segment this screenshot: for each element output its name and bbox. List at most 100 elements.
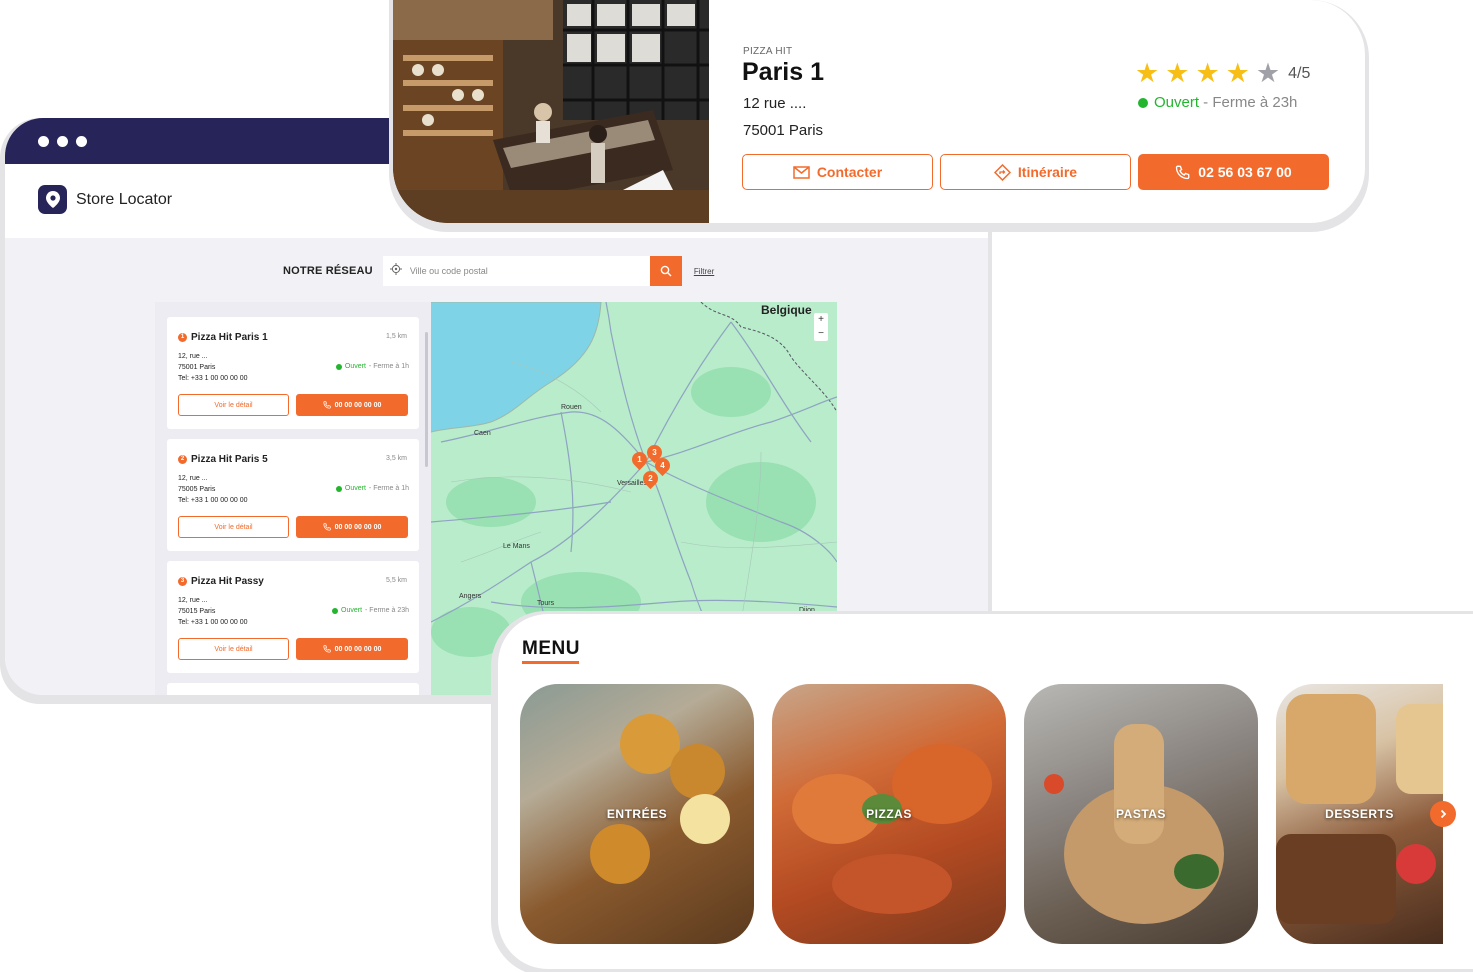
- phone-icon: [323, 401, 331, 409]
- store-title: Paris 1: [742, 58, 825, 86]
- store-street: 12, rue ...: [178, 597, 208, 604]
- category-label: ENTRÉES: [606, 807, 668, 821]
- app-title: Store Locator: [76, 190, 173, 208]
- store-card-title: 2 Pizza Hit Paris 5: [178, 454, 268, 465]
- store-name: Pizza Hit Paris 1: [191, 332, 268, 343]
- locate-me-icon[interactable]: [389, 262, 402, 280]
- star-icon: ★: [1225, 58, 1250, 88]
- store-address: 12, rue ... 75015 Paris: [178, 595, 215, 617]
- filter-link[interactable]: Filtrer: [694, 267, 714, 276]
- food-deco: [680, 794, 730, 844]
- status-open: Ouvert: [344, 485, 366, 492]
- search-input[interactable]: [409, 266, 630, 276]
- call-button[interactable]: 00 00 00 00 00: [296, 638, 408, 660]
- menu-category-pastas[interactable]: PASTAS: [1024, 684, 1258, 944]
- store-card-title: 3 Pizza Hit Passy: [178, 576, 264, 587]
- store-photo-art: [393, 0, 709, 223]
- map-marker-label: 2: [648, 474, 653, 483]
- call-button[interactable]: 00 00 00 00 00: [296, 394, 408, 416]
- store-distance: 3,5 km: [385, 455, 407, 462]
- call-button-label: 00 00 00 00 00: [334, 401, 382, 409]
- open-dot-icon: [332, 607, 339, 614]
- search-box: [382, 256, 650, 286]
- phone-button[interactable]: 02 56 03 67 00: [1138, 154, 1329, 190]
- rating: ★ ★ ★ ★ ★ 4/5: [1135, 60, 1310, 87]
- status-open: Ouvert: [1154, 94, 1200, 111]
- call-button-label: 00 00 00 00 00: [334, 523, 382, 531]
- search-button[interactable]: [649, 256, 682, 286]
- menu-title: MENU: [522, 638, 580, 659]
- carousel-next-button[interactable]: [1430, 801, 1456, 827]
- store-distance: 1,5 km: [385, 333, 407, 340]
- address-line-1: 12 rue ....: [743, 95, 807, 112]
- store-card[interactable]: 2 Pizza Hit Paris 5 3,5 km 12, rue ... 7…: [167, 439, 419, 551]
- category-label: PIZZAS: [866, 807, 912, 821]
- store-name: Pizza Hit Paris 5: [191, 454, 268, 465]
- food-deco: [1286, 694, 1376, 804]
- phone-icon: [1176, 165, 1190, 179]
- store-card[interactable]: 3 Pizza Hit Passy 5,5 km 12, rue ... 750…: [167, 561, 419, 673]
- food-deco: [1396, 704, 1443, 794]
- category-label: PASTAS: [1116, 807, 1166, 821]
- food-deco: [1114, 724, 1164, 844]
- store-marker-icon: 2: [178, 455, 187, 464]
- status-closing: - Ferme à 1h: [368, 485, 409, 492]
- store-status: Ouvert - Ferme à 1h: [335, 485, 409, 492]
- search-row: NOTRE RÉSEAU Filtrer: [283, 256, 714, 286]
- store-tel: Tel: +33 1 00 00 00 00: [178, 375, 248, 382]
- map-city-label: Caen: [474, 430, 491, 437]
- store-card[interactable]: 1 Pizza Hit Paris 1 1,5 km 12, rue ... 7…: [167, 317, 419, 429]
- store-distance: 5,5 km: [385, 577, 407, 584]
- store-marker-icon: 1: [178, 333, 187, 342]
- call-button[interactable]: 00 00 00 00 00: [296, 516, 408, 538]
- menu-category-entrees[interactable]: ENTRÉES: [520, 684, 754, 944]
- store-name: Pizza Hit Passy: [191, 576, 264, 587]
- store-city: 75001 Paris: [178, 364, 216, 371]
- directions-icon: [993, 163, 1011, 181]
- star-icon: ★: [1195, 58, 1220, 88]
- network-heading: NOTRE RÉSEAU: [283, 265, 373, 277]
- phone-icon: [323, 523, 331, 531]
- food-deco: [1044, 774, 1064, 794]
- view-detail-button[interactable]: Voir le détail: [178, 394, 289, 416]
- map-city-label: Le Mans: [503, 543, 530, 550]
- menu-card: MENU ENTRÉES PIZZAS PASTAS DESSERTS: [498, 614, 1473, 969]
- store-street: 12, rue ...: [178, 353, 208, 360]
- open-dot-icon: [335, 363, 342, 370]
- store-address: 12, rue ... 75005 Paris: [178, 473, 215, 495]
- window-dot-icon: [76, 136, 87, 147]
- open-dot-icon: [1138, 97, 1148, 108]
- location-pin-icon: [38, 185, 67, 214]
- opening-status: Ouvert - Ferme à 23h: [1138, 94, 1297, 111]
- view-detail-button[interactable]: Voir le détail: [178, 638, 289, 660]
- status-closing: - Ferme à 23h: [1199, 94, 1298, 111]
- open-dot-icon: [335, 485, 342, 492]
- map-country-label: Belgique: [761, 303, 812, 317]
- food-deco: [832, 854, 952, 914]
- status-closing: - Ferme à 23h: [365, 607, 409, 614]
- map-city-label: Rouen: [561, 404, 582, 411]
- route-button[interactable]: Itinéraire: [940, 154, 1131, 190]
- food-deco: [670, 744, 725, 799]
- map-marker[interactable]: 2: [639, 467, 662, 490]
- mail-icon: [793, 165, 810, 179]
- map-city-label: Tours: [537, 600, 555, 607]
- store-city: 75005 Paris: [178, 486, 216, 493]
- category-label: DESSERTS: [1325, 807, 1394, 821]
- menu-category-desserts[interactable]: DESSERTS: [1276, 684, 1443, 944]
- zoom-out-button[interactable]: −: [814, 327, 828, 341]
- view-detail-button[interactable]: Voir le détail: [178, 516, 289, 538]
- list-scrollbar[interactable]: [425, 332, 428, 467]
- window-dot-icon: [57, 136, 68, 147]
- store-address: 12, rue ... 75001 Paris: [178, 351, 215, 373]
- star-icon: ★: [1165, 58, 1190, 88]
- contact-button[interactable]: Contacter: [742, 154, 933, 190]
- route-button-label: Itinéraire: [1017, 164, 1078, 180]
- menu-category-pizzas[interactable]: PIZZAS: [772, 684, 1006, 944]
- brand-name: PIZZA HIT: [743, 46, 793, 57]
- store-card[interactable]: [167, 683, 419, 695]
- status-open: Ouvert: [341, 607, 363, 614]
- zoom-in-button[interactable]: +: [814, 313, 828, 327]
- store-detail-card: PIZZA HIT Paris 1 12 rue .... 75001 Pari…: [393, 0, 1365, 223]
- star-empty-icon: ★: [1255, 58, 1281, 88]
